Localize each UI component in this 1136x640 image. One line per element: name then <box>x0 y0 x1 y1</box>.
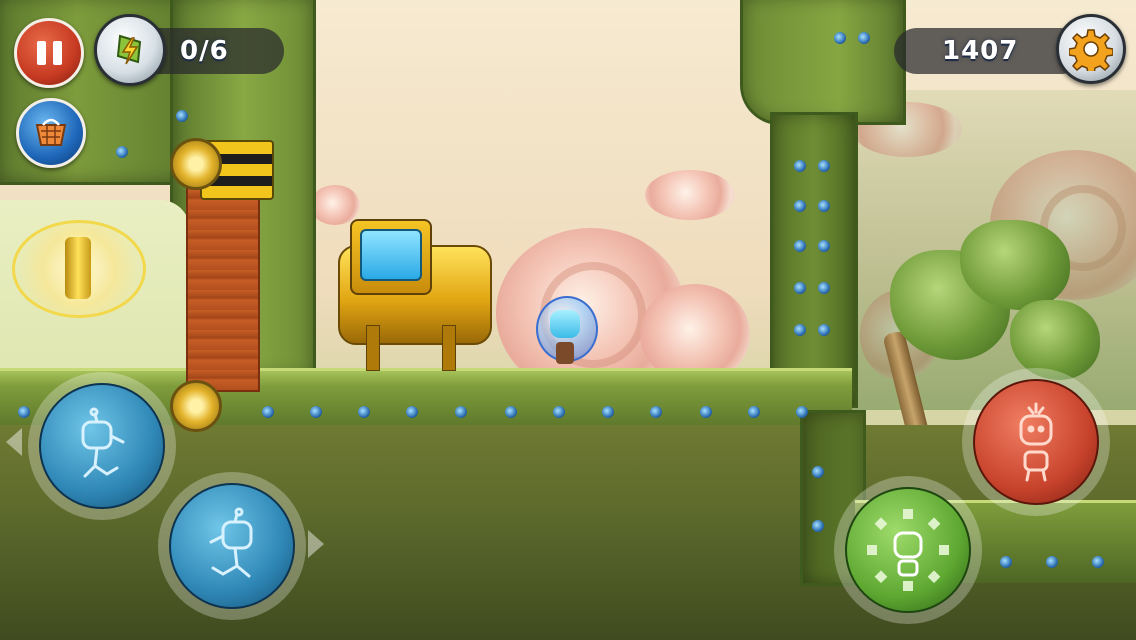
wall-rivet <box>794 324 806 336</box>
jump-robot-icon <box>1019 402 1053 482</box>
wall-rivet <box>18 406 30 418</box>
wall-rivet <box>818 200 830 212</box>
wall-rivet <box>794 200 806 212</box>
yellow-robot-enemy <box>330 215 492 375</box>
wall-rivet <box>794 240 806 252</box>
jump-button[interactable] <box>962 368 1110 516</box>
lightning-bolt-icon <box>116 34 142 65</box>
wall-rivet <box>358 406 370 418</box>
cog-icon <box>1069 29 1113 71</box>
move-right-robot-icon <box>209 507 253 578</box>
bolt-icon <box>65 237 91 299</box>
wall-rivet <box>812 466 824 478</box>
wall-rivet <box>1092 556 1104 568</box>
game-scene: 0/6 1407 <box>0 0 1136 640</box>
wall-rivet <box>310 406 322 418</box>
wall-rivet <box>700 406 712 418</box>
gear-icon <box>1056 14 1126 84</box>
robot-screen-face <box>360 229 422 281</box>
player-robot-in-bubble <box>536 296 598 370</box>
wall-rivet <box>1046 556 1058 568</box>
door-gear-top-icon <box>170 138 222 190</box>
wall-rivet <box>858 32 870 44</box>
transform-button[interactable] <box>834 476 982 624</box>
collected-counter: 0/6 <box>180 36 229 66</box>
wall-rivet <box>650 406 662 418</box>
wall-rivet <box>455 406 467 418</box>
shopping-basket-icon <box>35 118 67 146</box>
wall-rivet <box>748 406 760 418</box>
transform-robot-icon <box>867 509 949 591</box>
move-right-button[interactable] <box>158 472 306 620</box>
wall-rivet <box>834 32 846 44</box>
door-gear-bottom-icon <box>170 380 222 432</box>
wall-rivet <box>176 110 188 122</box>
wall-rivet <box>812 520 824 532</box>
wall-rivet <box>818 160 830 172</box>
wall-rivet <box>1000 556 1012 568</box>
wall-rivet <box>818 324 830 336</box>
wall-rivet <box>406 406 418 418</box>
shop-button[interactable] <box>16 98 86 168</box>
right-pillar-wall <box>770 112 858 408</box>
wall-rivet <box>553 406 565 418</box>
pause-button[interactable] <box>14 18 84 88</box>
wall-rivet <box>602 406 614 418</box>
left-arrow-icon <box>6 428 22 456</box>
background-cloud <box>645 170 735 220</box>
right-upper-wall <box>740 0 906 125</box>
move-left-button[interactable] <box>28 372 176 520</box>
wall-rivet <box>794 160 806 172</box>
right-arrow-icon <box>308 530 324 558</box>
wall-rivet <box>818 240 830 252</box>
pause-icon <box>36 41 62 65</box>
wall-rivet <box>116 146 128 158</box>
glowing-bolt-pickup <box>12 220 146 318</box>
wall-rivet <box>818 282 830 294</box>
wall-rivet <box>794 282 806 294</box>
wall-rivet <box>505 406 517 418</box>
gear-score: 1407 <box>942 36 1019 66</box>
move-left-robot-icon <box>81 407 125 478</box>
wooden-door-barrier <box>186 178 260 392</box>
wall-rivet <box>262 406 274 418</box>
wall-rivet <box>796 406 808 418</box>
lightning-badge-icon <box>94 14 166 86</box>
